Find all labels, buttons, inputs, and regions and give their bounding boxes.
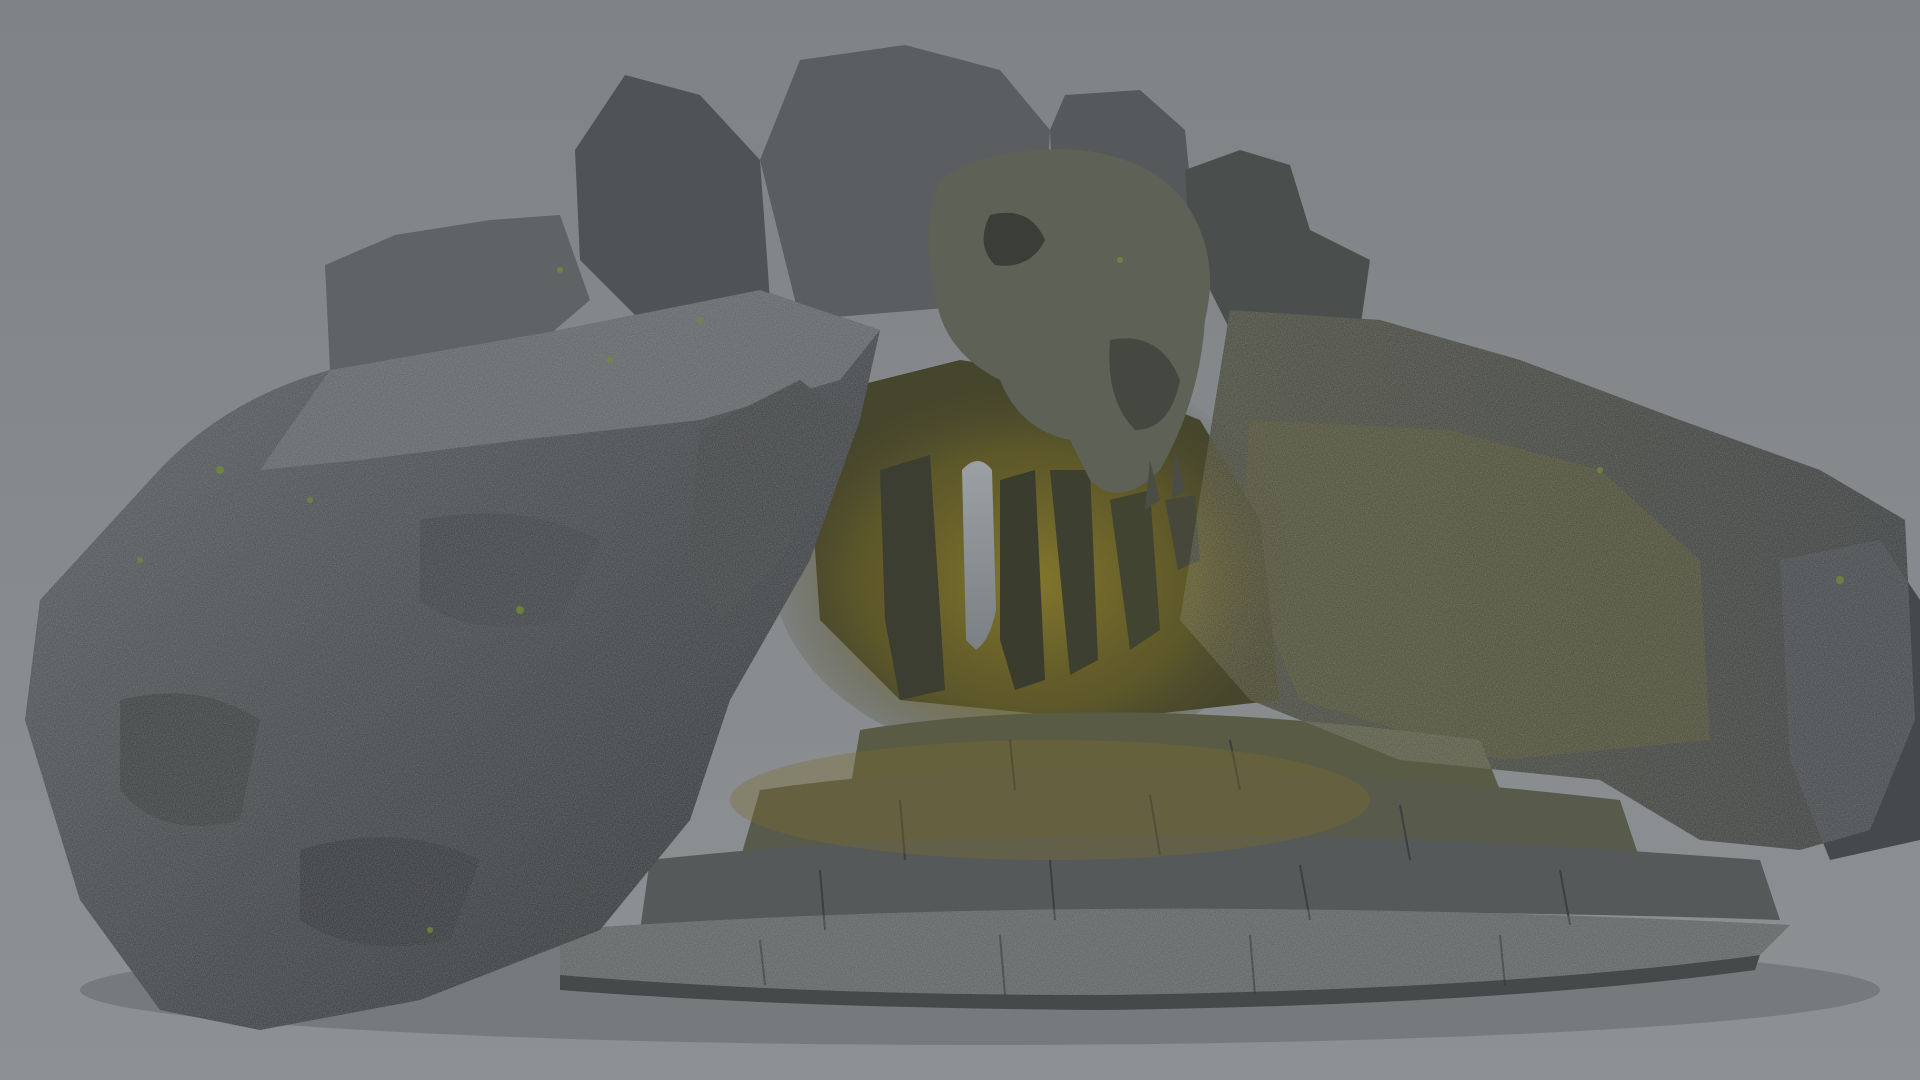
- render-viewport: [0, 0, 1920, 1080]
- cave-scene: [0, 0, 1920, 1080]
- cave-opening: [962, 461, 996, 650]
